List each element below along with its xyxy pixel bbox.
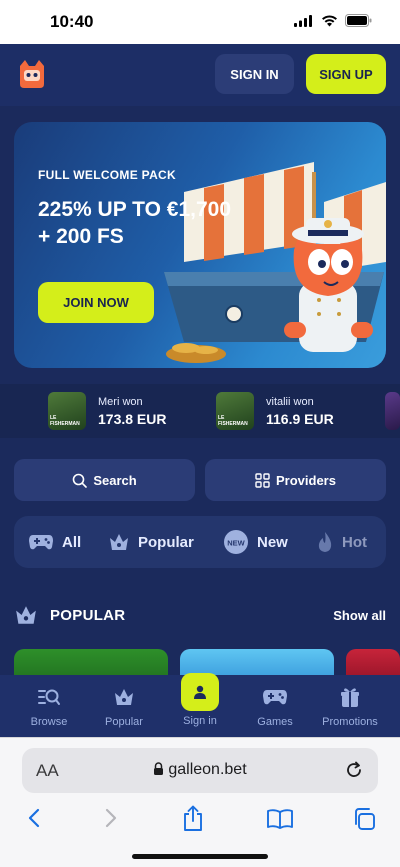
tab-browse-label: Browse <box>30 716 68 728</box>
domain-text: galleon.bet <box>168 761 247 778</box>
banner-title: 225% UP TO €1,700 + 200 FS <box>38 198 232 248</box>
browser-toolbar: AA galleon.bet <box>0 737 400 867</box>
browse-icon <box>38 689 60 705</box>
bottom-tab-bar: Browse Popular Sign in Games Promotions <box>0 673 400 737</box>
new-badge-icon: NEW <box>224 530 248 554</box>
search-label: Search <box>93 472 137 488</box>
sign-in-tab-highlight <box>181 673 219 711</box>
game-thumbnail-label: LE FISHERMAN <box>218 415 248 427</box>
section-title: POPULAR <box>50 607 126 624</box>
win-item[interactable]: LE FISHERMAN vitalii won 116.9 EUR <box>216 392 334 430</box>
game-thumbnail <box>385 392 400 430</box>
signal-icon <box>294 14 312 27</box>
category-all-label: All <box>62 533 82 551</box>
tabs-icon[interactable] <box>352 807 376 831</box>
home-indicator <box>132 854 268 859</box>
bookmarks-icon[interactable] <box>266 808 294 830</box>
tab-sign-in[interactable]: Sign in <box>160 673 240 737</box>
back-icon[interactable] <box>24 806 44 830</box>
reload-icon[interactable] <box>344 760 364 780</box>
category-hot-label: Hot <box>342 533 367 551</box>
crown-icon <box>110 534 128 550</box>
sign-in-button[interactable]: SIGN IN <box>215 54 294 94</box>
providers-label: Providers <box>276 472 336 488</box>
tab-games[interactable]: Games <box>235 675 315 737</box>
providers-grid-icon <box>255 472 270 488</box>
address-domain: galleon.bet <box>22 761 378 779</box>
share-icon[interactable] <box>182 804 204 832</box>
recent-wins-ticker: LE FISHERMAN Meri won 173.8 EUR LE FISHE… <box>0 384 400 438</box>
address-bar[interactable]: AA galleon.bet <box>22 748 378 793</box>
tab-popular-label: Popular <box>105 716 143 728</box>
user-icon <box>194 685 206 699</box>
status-icons <box>294 14 372 27</box>
show-all-link[interactable]: Show all <box>333 608 386 623</box>
category-all[interactable]: All <box>28 516 81 568</box>
cat-logo-icon[interactable] <box>16 58 48 90</box>
status-time: 10:40 <box>50 12 94 31</box>
tab-sign-in-label: Sign in <box>183 715 217 727</box>
winner-name: vitalii won <box>266 395 314 408</box>
category-new-label: New <box>257 533 288 551</box>
game-thumbnail-label: LE FISHERMAN <box>50 415 80 427</box>
category-popular-label: Popular <box>138 533 194 551</box>
join-now-button[interactable]: JOIN NOW <box>38 282 154 323</box>
win-item[interactable]: LE FISHERMAN Meri won 173.8 EUR <box>48 392 166 430</box>
win-amount: 173.8 EUR <box>98 410 167 427</box>
gamepad-icon <box>263 690 287 705</box>
banner-subtitle: FULL WELCOME PACK <box>38 168 176 182</box>
game-thumbnail: LE FISHERMAN <box>48 392 86 430</box>
providers-button[interactable]: Providers <box>205 459 386 501</box>
crown-icon <box>115 689 133 705</box>
tab-promotions[interactable]: Promotions <box>310 675 390 737</box>
category-hot[interactable]: Hot <box>316 516 367 568</box>
win-item-partial[interactable] <box>385 392 400 430</box>
new-badge-text: NEW <box>227 539 245 548</box>
search-button[interactable]: Search <box>14 459 195 501</box>
promo-banner[interactable]: FULL WELCOME PACK 225% UP TO €1,700 + 20… <box>14 122 386 368</box>
search-icon <box>73 473 88 488</box>
tab-browse[interactable]: Browse <box>9 675 89 737</box>
gift-icon <box>341 688 359 707</box>
gamepad-icon <box>29 535 53 550</box>
battery-icon <box>345 14 372 27</box>
sign-up-button[interactable]: SIGN UP <box>306 54 386 94</box>
lock-icon <box>154 762 164 775</box>
app-header: SIGN IN SIGN UP <box>0 44 400 106</box>
forward-icon[interactable] <box>101 806 121 830</box>
win-amount: 116.9 EUR <box>266 410 334 427</box>
tab-popular[interactable]: Popular <box>84 675 164 737</box>
category-new[interactable]: NEW New <box>223 516 288 568</box>
category-tabs: All Popular NEW New Hot <box>14 516 386 568</box>
category-popular[interactable]: Popular <box>108 516 194 568</box>
winner-name: Meri won <box>98 395 143 408</box>
game-thumbnail: LE FISHERMAN <box>216 392 254 430</box>
status-bar: 10:40 <box>0 0 400 44</box>
wifi-icon <box>322 14 337 26</box>
flame-icon <box>318 532 332 552</box>
tab-promotions-label: Promotions <box>322 716 378 728</box>
crown-icon <box>16 606 36 624</box>
tab-games-label: Games <box>257 716 293 728</box>
